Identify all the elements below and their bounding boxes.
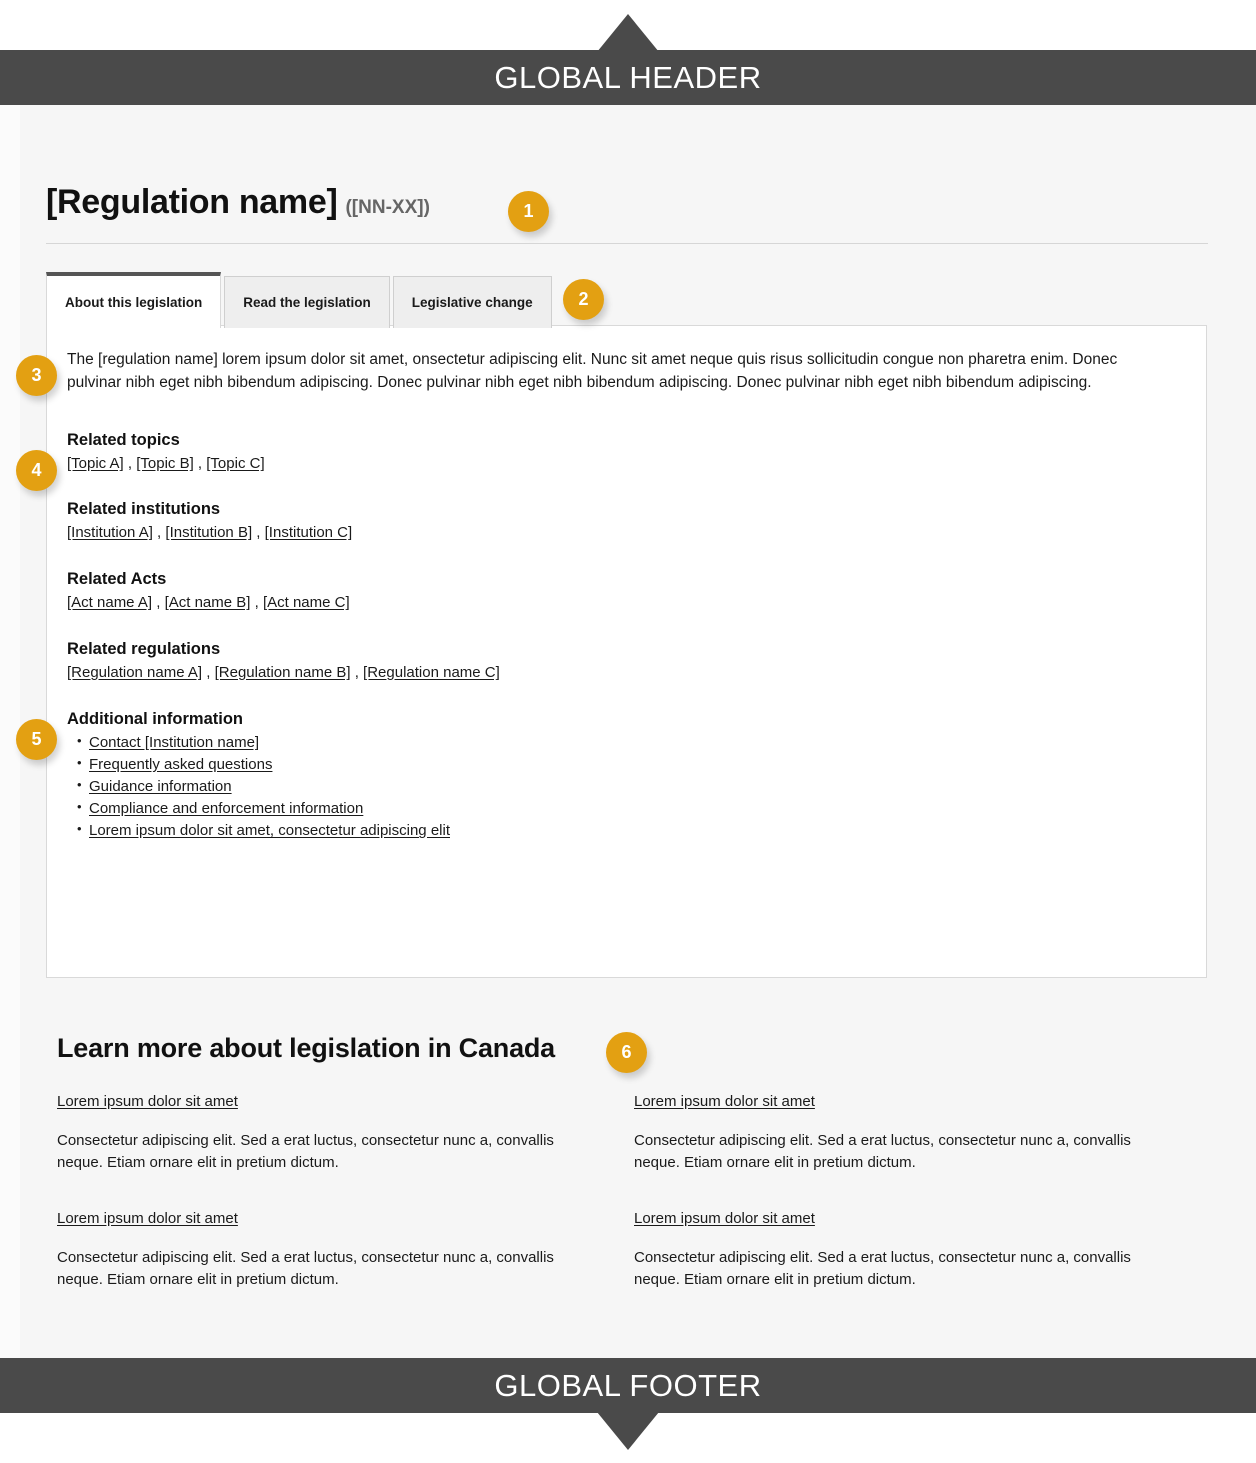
list-item: Compliance and enforcement information <box>77 797 1180 820</box>
section-heading: Related institutions <box>67 500 221 519</box>
learn-more-card: Lorem ipsum dolor sit amet Consectetur a… <box>634 1093 1207 1210</box>
global-header-label: GLOBAL HEADER <box>494 59 762 95</box>
tab-label: About this legislation <box>65 294 203 310</box>
tab-legislative-change[interactable]: Legislative change <box>392 276 552 328</box>
tab-label: Read the legislation <box>243 295 371 310</box>
link-separator: , <box>123 454 137 472</box>
learn-more-card-body: Consectetur adipiscing elit. Sed a erat … <box>57 1248 554 1288</box>
link-contact-institution[interactable]: Contact [Institution name] <box>89 734 259 751</box>
link-separator: , <box>202 663 215 681</box>
list-item: Lorem ipsum dolor sit amet, consectetur … <box>77 819 1180 842</box>
section-heading: Related regulations <box>67 639 221 658</box>
link-separator: , <box>193 454 207 472</box>
callout-badge-3: 3 <box>16 355 57 396</box>
header-arrow-up-icon <box>597 14 659 52</box>
tab-label: Legislative change <box>411 295 533 310</box>
learn-more-card: Lorem ipsum dolor sit amet Consectetur a… <box>57 1093 630 1210</box>
title-divider <box>46 243 1208 244</box>
section-links: [Institution A] , [Institution B] , [Ins… <box>67 522 1180 544</box>
link-topic-c[interactable]: [Topic C] <box>206 455 264 472</box>
section-heading: Additional information <box>67 709 243 728</box>
list-item: Guidance information <box>77 775 1180 798</box>
link-separator: , <box>152 594 165 611</box>
learn-more-card: Lorem ipsum dolor sit amet Consectetur a… <box>57 1210 630 1327</box>
learn-more-card-link[interactable]: Lorem ipsum dolor sit amet <box>57 1210 238 1227</box>
section-related-regulations: Related regulations [Regulation name A] … <box>67 640 1180 684</box>
learn-more-card-body: Consectetur adipiscing elit. Sed a erat … <box>634 1132 1131 1171</box>
section-related-institutions: Related institutions [Institution A] , [… <box>67 500 1180 544</box>
lead-paragraph: The [regulation name] lorem ipsum dolor … <box>67 351 1118 392</box>
link-separator: , <box>152 524 166 542</box>
link-separator: , <box>350 663 364 681</box>
learn-more-heading-row: Learn more about legislation in Canada <box>57 1033 555 1064</box>
regulation-name: [Regulation name] <box>46 183 338 221</box>
callout-badge-6: 6 <box>606 1032 647 1073</box>
learn-more-card-body: Consectetur adipiscing elit. Sed a erat … <box>57 1132 554 1171</box>
link-regulation-b[interactable]: [Regulation name B] <box>215 664 351 681</box>
section-related-topics: Related topics [Topic A] , [Topic B] , [… <box>67 431 1180 475</box>
link-institution-c[interactable]: [Institution C] <box>265 524 353 541</box>
link-topic-a[interactable]: [Topic A] <box>67 455 124 472</box>
link-act-a[interactable]: [Act name A] <box>67 594 152 611</box>
learn-more-card-link[interactable]: Lorem ipsum dolor sit amet <box>634 1210 815 1227</box>
section-heading: Related topics <box>67 430 180 449</box>
learn-more-card-link[interactable]: Lorem ipsum dolor sit amet <box>57 1093 238 1110</box>
regulation-code: ([NN-XX]) <box>345 197 430 218</box>
link-guidance-information[interactable]: Guidance information <box>89 778 232 795</box>
section-related-acts: Related Acts [Act name A] , [Act name B]… <box>67 570 1180 614</box>
section-additional-information: Additional information Contact [Institut… <box>67 710 1180 843</box>
global-footer-label: GLOBAL FOOTER <box>494 1367 762 1403</box>
additional-information-list: Contact [Institution name] Frequently as… <box>67 730 1180 843</box>
wireframe-page: GLOBAL HEADER [Regulation name] ([NN-XX]… <box>0 0 1256 1463</box>
link-institution-b[interactable]: [Institution B] <box>165 524 252 541</box>
section-links: [Regulation name A] , [Regulation name B… <box>67 662 1180 684</box>
learn-more-card-body: Consectetur adipiscing elit. Sed a erat … <box>634 1248 1131 1288</box>
list-item: Frequently asked questions <box>77 753 1180 776</box>
link-institution-a[interactable]: [Institution A] <box>67 524 153 541</box>
tab-about-this-legislation[interactable]: About this legislation <box>46 272 222 328</box>
section-heading: Related Acts <box>67 570 167 588</box>
section-links: [Act name A] , [Act name B] , [Act name … <box>67 592 1180 614</box>
section-links: [Topic A] , [Topic B] , [Topic C] <box>67 453 1180 475</box>
link-faq[interactable]: Frequently asked questions <box>89 756 272 773</box>
link-regulation-a[interactable]: [Regulation name A] <box>67 664 202 681</box>
callout-badge-4: 4 <box>16 450 57 491</box>
global-header-bar: GLOBAL HEADER <box>0 50 1256 105</box>
learn-more-card-link[interactable]: Lorem ipsum dolor sit amet <box>634 1093 815 1110</box>
link-separator: , <box>250 594 263 611</box>
link-act-c[interactable]: [Act name C] <box>263 594 350 611</box>
learn-more-heading: Learn more about legislation in Canada <box>57 1033 555 1063</box>
tab-read-the-legislation[interactable]: Read the legislation <box>224 276 390 328</box>
tab-list: About this legislation Read the legislat… <box>46 272 555 328</box>
callout-badge-2: 2 <box>563 279 604 320</box>
callout-badge-5: 5 <box>16 719 57 760</box>
learn-more-card: Lorem ipsum dolor sit amet Consectetur a… <box>634 1210 1207 1327</box>
tab-panel-about-this-legislation: The [regulation name] lorem ipsum dolor … <box>46 325 1207 978</box>
page-title: [Regulation name] ([NN-XX]) <box>46 185 430 219</box>
footer-arrow-down-icon <box>597 1412 659 1450</box>
link-compliance-enforcement[interactable]: Compliance and enforcement information <box>89 800 363 817</box>
link-topic-b[interactable]: [Topic B] <box>136 455 194 472</box>
list-item: Contact [Institution name] <box>77 730 1180 754</box>
link-regulation-c[interactable]: [Regulation name C] <box>363 664 500 681</box>
link-act-b[interactable]: [Act name B] <box>165 594 251 611</box>
link-lorem-ipsum[interactable]: Lorem ipsum dolor sit amet, consectetur … <box>89 822 450 839</box>
learn-more-grid: Lorem ipsum dolor sit amet Consectetur a… <box>57 1093 1207 1327</box>
callout-badge-1: 1 <box>508 191 549 232</box>
link-separator: , <box>252 524 265 542</box>
